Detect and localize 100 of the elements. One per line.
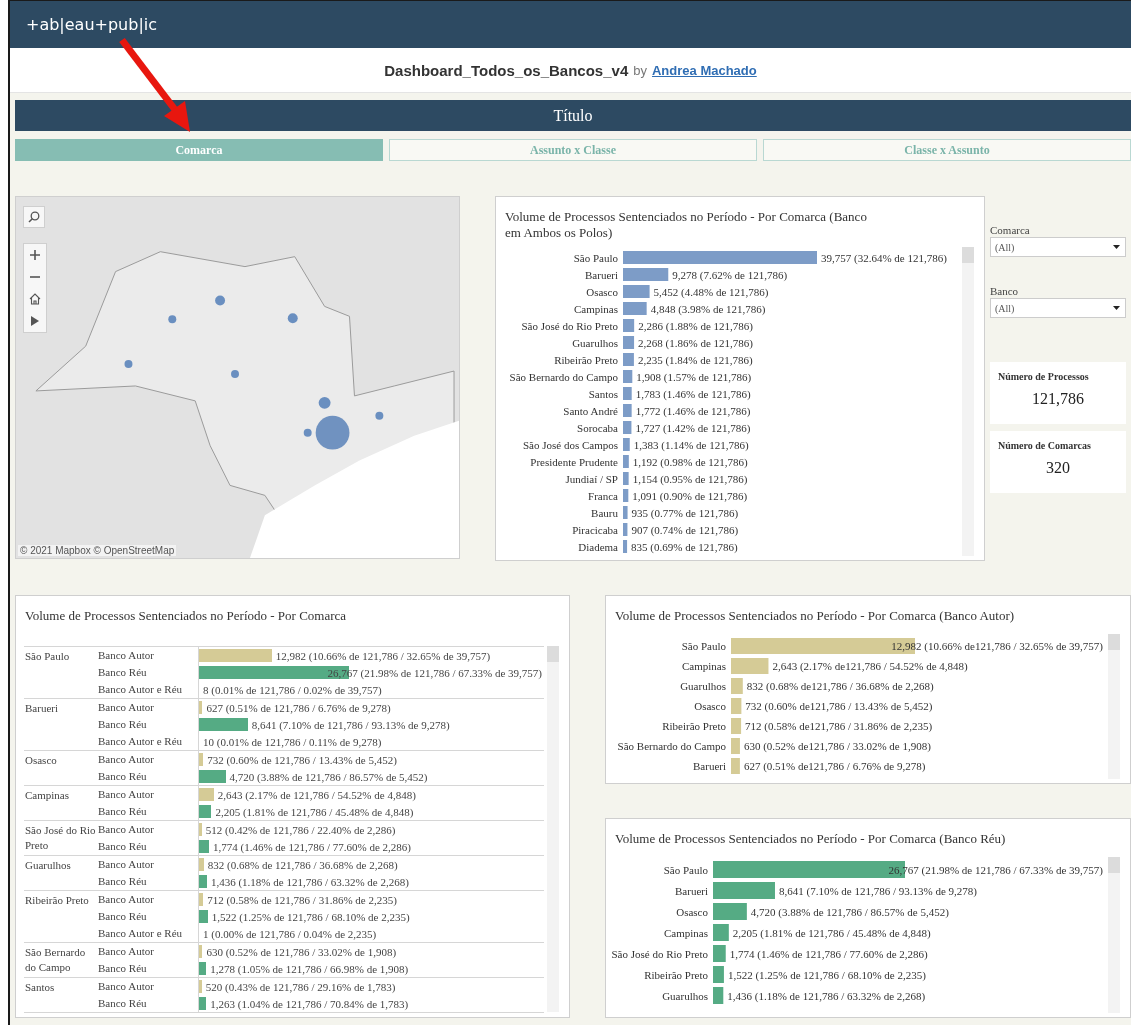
category-label: Guarulhos	[662, 989, 708, 1002]
value-label: 1,383 (1.14% de 121,786)	[633, 438, 749, 451]
value-label: 712 (0.58% de 121,786 / 31.86% de 2,235)	[207, 893, 397, 906]
value-label: 2,235 (1.84% de 121,786)	[637, 353, 753, 366]
scrollbar[interactable]	[1108, 634, 1120, 779]
category-label: Campinas	[682, 660, 726, 672]
bar	[623, 455, 629, 468]
table-cell-text: Banco Autor	[98, 822, 155, 837]
category-label: Franca	[588, 489, 618, 502]
value-label: 512 (0.42% de 121,786 / 22.40% de 2,286)	[205, 823, 396, 836]
value-label: 2,205 (1.81% de 121,786 / 45.48% de 4,848)	[215, 805, 414, 818]
dashboard-title: Título	[15, 100, 1131, 131]
table-cell-text: Banco Réu	[98, 874, 148, 889]
category-label: São José do Rio Preto	[611, 947, 708, 960]
kpi-value: 121,786	[1031, 390, 1085, 408]
value-label: 2,643 (2.17% de121,786 / 54.52% de 4,848)	[772, 660, 968, 672]
value-label: 2,286 (1.88% de 121,786)	[638, 319, 754, 332]
value-label: 2,268 (1.86% de 121,786)	[638, 336, 753, 349]
value-label: 630 (0.52% de 121,786 / 33.02% de 1,908)	[206, 945, 397, 958]
category-label: Presidente Prudente	[530, 455, 618, 468]
scrollbar[interactable]	[962, 247, 974, 556]
workbook-title: Dashboard_Todos_os_Bancos_v4	[384, 61, 629, 79]
value-label: 835 (0.69% de 121,786)	[631, 540, 738, 553]
bar	[623, 489, 629, 502]
category-label: Sorocaba	[577, 421, 618, 434]
value-label: 2,205 (1.81% de 121,786 / 45.48% de 4,848)	[732, 926, 931, 939]
bar	[623, 302, 647, 315]
value-label: 627 (0.51% de 121,786 / 6.76% de 9,278)	[206, 701, 391, 714]
byline: by	[633, 62, 647, 78]
play-icon	[31, 316, 39, 326]
value-label: 732 (0.60% de121,786 / 13.43% de 5,452)	[745, 700, 933, 712]
value-label: 732 (0.60% de 121,786 / 13.43% de 5,452)	[207, 753, 397, 766]
value-label: 4,720 (3.88% de 121,786 / 86.57% de 5,452)	[229, 770, 428, 783]
table-cell-text: Banco Autor	[98, 787, 155, 802]
bar	[623, 523, 628, 536]
value-label: 832 (0.68% de 121,786 / 36.68% de 2,268)	[207, 858, 398, 871]
value-label: 1,727 (1.42% de 121,786)	[635, 421, 751, 434]
category-label: Ribeirão Preto	[662, 720, 726, 732]
category-label: Piracicaba	[572, 523, 618, 536]
value-label: 1 (0.00% de 121,786 / 0.04% de 2,235)	[203, 927, 377, 940]
category-label: São Bernardo do Campo	[617, 740, 726, 752]
table-cell-text: Osasco	[24, 753, 58, 768]
table-cell-text: Banco Réu	[98, 769, 148, 784]
caret-icon	[1113, 245, 1120, 249]
table-cell-text: Banco Autor e Réu	[98, 682, 183, 697]
category-label: Guarulhos	[572, 336, 618, 349]
bar	[623, 353, 634, 366]
value-label: 1,772 (1.46% de 121,786)	[635, 404, 751, 417]
value-label: 907 (0.74% de 121,786)	[631, 523, 739, 536]
scrollbar[interactable]	[547, 646, 559, 1012]
scrollbar[interactable]	[1108, 857, 1120, 1013]
value-label: 8,641 (7.10% de 121,786 / 93.13% de 9,278)	[251, 718, 450, 731]
category-label: São José do Rio Preto	[521, 319, 618, 332]
category-label: Bauru	[591, 506, 618, 519]
value-label: 520 (0.43% de 121,786 / 29.16% de 1,783)	[205, 980, 396, 993]
value-label: 39,757 (32.64% de 121,786)	[821, 251, 947, 264]
table-cell-text: Banco Réu	[98, 665, 148, 680]
table-cell-text: Banco Réu	[98, 804, 148, 819]
value-label: 1,192 (0.98% de 121,786)	[632, 455, 748, 468]
bar	[731, 698, 742, 714]
table-cell-text: Banco Autor e Réu	[98, 734, 183, 749]
kpi-value: 320	[1045, 459, 1071, 477]
category-label: Barueri	[585, 268, 618, 281]
table-title: Volume de Processos Sentenciados no Período - Por Comarca	[24, 607, 348, 624]
dropdown[interactable]: (All)	[990, 237, 1126, 257]
caret-icon	[1113, 306, 1120, 310]
logo[interactable]: +ab|eau+pub|ic	[26, 15, 158, 34]
table-cell-text: Campinas	[24, 788, 70, 803]
value-label: 1,436 (1.18% de 121,786 / 63.32% de 2,268)	[210, 875, 409, 888]
table-cell-text: São José do Rio Preto	[24, 823, 97, 853]
author-link[interactable]: Andrea Machado	[652, 62, 757, 78]
search-icon	[28, 211, 40, 223]
bar	[731, 718, 742, 734]
table-cell-text: Banco Autor e Réu	[98, 926, 183, 941]
value-label: 10 (0.01% de 121,786 / 0.11% de 9,278)	[203, 735, 382, 748]
dropdown[interactable]: (All)	[990, 298, 1126, 318]
value-label: 1,522 (1.25% de 121,786 / 68.10% de 2,235)	[727, 968, 926, 981]
home-icon	[29, 293, 41, 305]
filter-label: Comarca	[990, 224, 1031, 236]
value-label: 1,091 (0.90% de 121,786)	[632, 489, 748, 502]
category-label: Jundiaí / SP	[565, 472, 618, 485]
bar	[713, 945, 726, 962]
bar	[623, 506, 628, 519]
table-cell-text: Banco Autor	[98, 892, 155, 907]
value-label: 712 (0.58% de121,786 / 31.86% de 2,235)	[745, 720, 933, 732]
chart-title: Volume de Processos Sentenciados no Período - Por Comarca (Banco Réu)	[614, 830, 1007, 847]
category-label: Osasco	[694, 700, 726, 712]
search-button[interactable]	[23, 206, 45, 228]
category-label: Santos	[588, 387, 618, 400]
category-label: São Paulo	[663, 863, 708, 876]
category-label: São Bernardo do Campo	[509, 370, 618, 383]
category-label: Guarulhos	[680, 680, 726, 692]
value-label: 1,774 (1.46% de 121,786 / 77.60% de 2,286)	[213, 840, 411, 853]
value-label: 1,774 (1.46% de 121,786 / 77.60% de 2,286)	[729, 947, 928, 960]
bar	[623, 472, 629, 485]
category-label: Ribeirão Preto	[554, 353, 618, 366]
value-label: 1,436 (1.18% de 121,786 / 63.32% de 2,268)	[727, 989, 926, 1002]
category-label: São José dos Campos	[522, 438, 618, 451]
category-label: Barueri	[693, 760, 726, 772]
bar	[623, 336, 635, 349]
